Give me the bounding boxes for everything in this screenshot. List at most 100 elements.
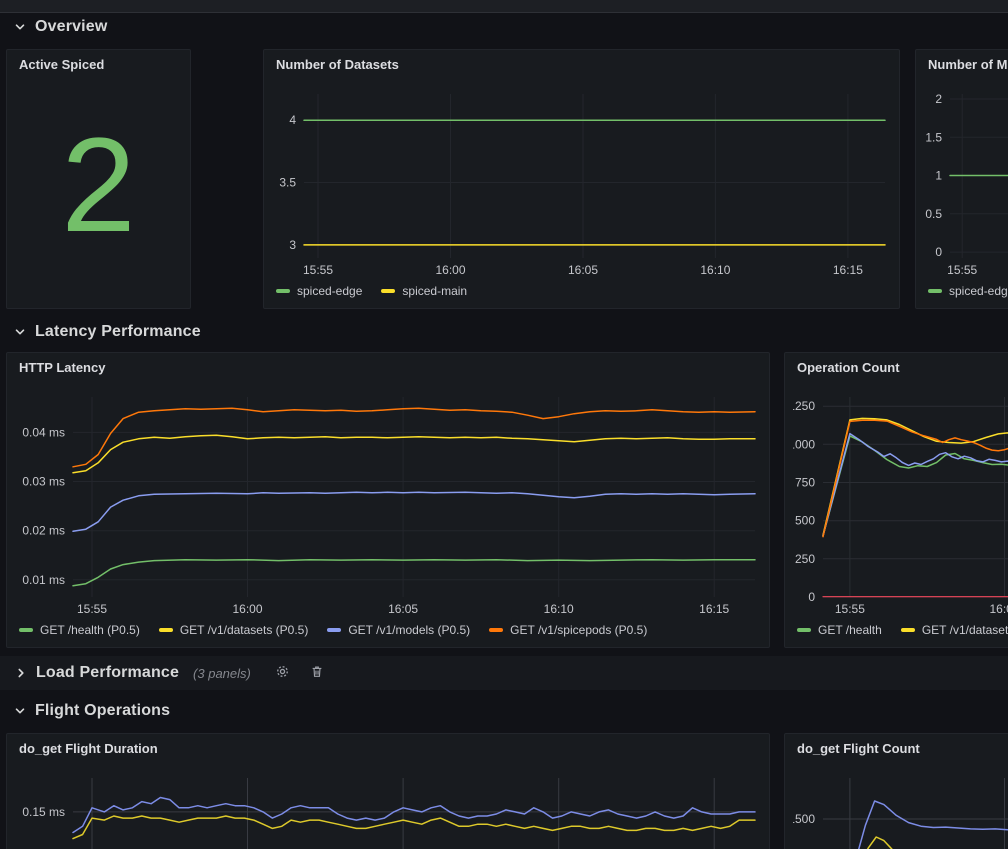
svg-text:4: 4 <box>289 113 296 127</box>
row-delete-button[interactable] <box>308 662 326 684</box>
legend-color-chip <box>19 628 33 632</box>
section-header-flight[interactable]: Flight Operations <box>14 699 170 723</box>
panel-title[interactable]: HTTP Latency <box>7 353 769 381</box>
svg-text:16:00: 16:00 <box>989 602 1008 616</box>
svg-text:16:00: 16:00 <box>435 263 465 277</box>
svg-text:0.15 ms: 0.15 ms <box>22 805 65 819</box>
legend-item[interactable]: GET /health (P0.5) <box>19 623 140 637</box>
section-title: Latency Performance <box>35 323 201 341</box>
legend-color-chip <box>797 628 811 632</box>
legend-color-chip <box>159 628 173 632</box>
chevron-down-icon <box>14 705 26 717</box>
trash-icon <box>310 664 324 682</box>
svg-text:16:10: 16:10 <box>700 263 730 277</box>
legend-item[interactable]: GET /v1/spicepods (P0.5) <box>489 623 647 637</box>
svg-text:0.03 ms: 0.03 ms <box>22 475 65 489</box>
svg-text:16:05: 16:05 <box>568 263 598 277</box>
svg-text:15:55: 15:55 <box>303 263 333 277</box>
legend-color-chip <box>901 628 915 632</box>
legend-color-chip <box>489 628 503 632</box>
legend-color-chip <box>381 289 395 293</box>
chart-legend: GET /health GET /v1/datasets <box>797 619 1008 641</box>
legend-color-chip <box>928 289 942 293</box>
svg-text:750: 750 <box>795 476 815 490</box>
legend-item[interactable]: spiced-edge <box>276 284 362 298</box>
svg-text:16:10: 16:10 <box>544 602 574 616</box>
svg-text:3: 3 <box>289 238 296 252</box>
grafana-dashboard: Overview Active Spiced 2 Number of Datas… <box>0 0 1008 849</box>
row-settings-button[interactable] <box>273 662 292 684</box>
svg-text:2: 2 <box>935 92 942 106</box>
svg-text:3.5: 3.5 <box>279 176 296 190</box>
chart-legend: GET /health (P0.5) GET /v1/datasets (P0.5… <box>19 619 647 641</box>
chart-svg: 3 3.5 4 15:55 16:00 16:05 16:10 16:15 <box>272 78 891 302</box>
section-header-load-performance[interactable]: Load Performance (3 panels) <box>0 656 1008 690</box>
svg-text:1250: 1250 <box>793 399 815 413</box>
svg-text:0: 0 <box>808 590 815 604</box>
svg-text:16:15: 16:15 <box>699 602 729 616</box>
svg-text:15:55: 15:55 <box>77 602 107 616</box>
svg-text:250: 250 <box>795 552 815 566</box>
svg-text:16:15: 16:15 <box>833 263 863 277</box>
legend-color-chip <box>327 628 341 632</box>
svg-text:1.5: 1.5 <box>925 130 942 144</box>
svg-text:15:55: 15:55 <box>835 602 865 616</box>
legend-item[interactable]: spiced-edge <box>928 284 1008 298</box>
svg-text:15:55: 15:55 <box>947 263 977 277</box>
svg-text:0.02 ms: 0.02 ms <box>22 524 65 538</box>
flight-count-chart[interactable]: 150015:5516:00 <box>793 762 1008 849</box>
chart-svg: 0.01 ms 0.02 ms 0.03 ms 0.04 ms 15:55 16:00 16… <box>15 381 761 641</box>
chart-svg: 150015:5516:00 <box>793 762 1008 849</box>
models-chart[interactable]: 00.511.5215:5516:00spiced-edge <box>924 78 1008 302</box>
chart-svg: 0 250 500 750 1000 1250 15:55 16:00 <box>793 381 1008 641</box>
panel-title[interactable]: do_get Flight Count <box>785 734 1008 762</box>
panel-title[interactable]: Number of Models <box>916 50 1008 78</box>
svg-text:0.5: 0.5 <box>925 207 942 221</box>
section-header-overview[interactable]: Overview <box>14 15 107 39</box>
panel-flight-count: 150015:5516:00 do_get Flight Count <box>784 733 1008 849</box>
legend-color-chip <box>276 289 290 293</box>
svg-text:1500: 1500 <box>793 812 815 826</box>
panel-title[interactable]: Number of Datasets <box>264 50 899 78</box>
chevron-down-icon <box>14 326 26 338</box>
svg-text:500: 500 <box>795 514 815 528</box>
section-header-latency[interactable]: Latency Performance <box>14 320 201 344</box>
chart-svg: 0.15 ms15:5516:0016:0516:1016:15 <box>15 762 761 849</box>
section-title: Flight Operations <box>35 702 170 720</box>
legend-item[interactable]: spiced-main <box>381 284 467 298</box>
chart-legend: spiced-edge spiced-main <box>276 280 467 302</box>
panel-title[interactable]: do_get Flight Duration <box>7 734 769 762</box>
chart-svg: 00.511.5215:5516:00 <box>924 78 1008 302</box>
panel-title[interactable]: Operation Count <box>785 353 1008 381</box>
operation-count-chart[interactable]: 02505007501000125015:5516:00GET /healthG… <box>793 381 1008 641</box>
legend-item[interactable]: GET /v1/models (P0.5) <box>327 623 470 637</box>
gear-icon <box>275 664 290 682</box>
svg-text:0.04 ms: 0.04 ms <box>22 425 65 439</box>
datasets-chart[interactable]: 3 3.5 4 15:55 16:00 16:05 16:10 16:15 spiced-edg… <box>272 78 891 302</box>
http-latency-chart[interactable]: 0.01 ms 0.02 ms 0.03 ms 0.04 ms 15:55 16:00 16… <box>15 381 761 641</box>
svg-text:1: 1 <box>935 169 942 183</box>
chart-legend: spiced-edge <box>928 280 1008 302</box>
svg-text:16:00: 16:00 <box>232 602 262 616</box>
panel-operation-count: Operation Count 0 250 500 750 1000 1250 15:55 1… <box>784 352 1008 648</box>
chevron-right-icon <box>15 667 27 679</box>
panel-number-of-datasets: Number of Datasets 3 3.5 4 15:55 16:00 16:05 1… <box>263 49 900 309</box>
svg-text:0.01 ms: 0.01 ms <box>22 573 65 587</box>
svg-text:16:05: 16:05 <box>388 602 418 616</box>
panel-http-latency: HTTP Latency 0.01 ms 0.02 ms 0.03 ms 0.04 m… <box>6 352 770 648</box>
panel-number-of-models: Number of Models 00.511.5215:5516:00spic… <box>915 49 1008 309</box>
svg-text:0: 0 <box>935 245 942 259</box>
chevron-down-icon <box>14 21 26 33</box>
panel-active-spiced: Active Spiced 2 <box>6 49 191 309</box>
legend-item[interactable]: GET /health <box>797 623 882 637</box>
flight-duration-chart[interactable]: 0.15 ms15:5516:0016:0516:1016:15 <box>15 762 761 849</box>
top-toolbar <box>0 0 1008 13</box>
panel-flight-duration: do_get Flight Duration 0.15 ms15:5516:00… <box>6 733 770 849</box>
legend-item[interactable]: GET /v1/datasets <box>901 623 1008 637</box>
svg-text:1000: 1000 <box>793 437 815 451</box>
legend-item[interactable]: GET /v1/datasets (P0.5) <box>159 623 309 637</box>
stat-value: 2 <box>7 74 190 298</box>
section-title: Load Performance <box>36 664 179 682</box>
panels-count: (3 panels) <box>193 666 251 681</box>
section-title: Overview <box>35 18 107 36</box>
